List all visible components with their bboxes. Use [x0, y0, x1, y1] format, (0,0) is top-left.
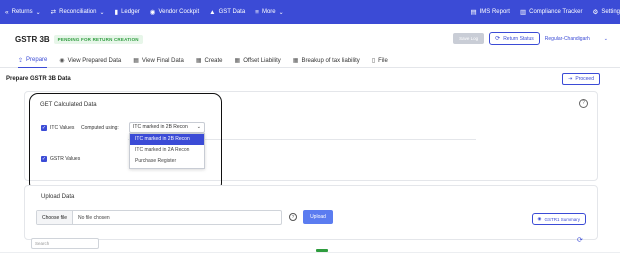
nav-label: Vendor Cockpit — [158, 9, 200, 15]
upload-icon: ⇪ — [18, 57, 24, 64]
nav-label: IMS Report — [479, 9, 510, 15]
file-input[interactable]: Choose file No file chosen — [36, 210, 282, 225]
help-icon[interactable]: ? — [579, 99, 588, 108]
divider — [0, 252, 620, 253]
refresh-icon: ⟳ — [495, 36, 501, 42]
highlight-annotation — [29, 93, 222, 192]
tab-label: View Prepared Data — [67, 57, 122, 64]
gstr1-summary-button[interactable]: ◉ GSTR1 Summary — [531, 213, 586, 225]
tab-breakup-tax-liability[interactable]: ▦ Breakup of tax liability — [293, 54, 360, 68]
eye-icon: ◉ — [59, 58, 65, 64]
tab-view-final-data[interactable]: ▦ View Final Data — [133, 54, 184, 68]
nav-returns[interactable]: « Returns ⌄ — [0, 9, 46, 16]
chevrons-left-icon: « — [5, 8, 9, 16]
bars-icon: ▥ — [519, 9, 527, 16]
nav-ims-report[interactable]: ▤ IMS Report — [465, 8, 515, 16]
tab-prepare[interactable]: ⇪ Prepare — [18, 54, 48, 68]
table-icon: ▦ — [133, 58, 139, 64]
table-icon: ▦ — [195, 58, 202, 64]
swap-icon: ⇄ — [50, 9, 57, 16]
upload-button[interactable]: Upload — [303, 210, 333, 224]
upload-data-card: Upload Data Choose file No file chosen ?… — [24, 185, 598, 240]
return-status-button[interactable]: ⟳ Return Status — [489, 32, 540, 45]
page-title: GSTR 3B — [15, 34, 50, 44]
tab-label: Offset Liability — [243, 57, 281, 64]
region-value: Regular-Chandigarh — [544, 35, 590, 42]
section-title: Prepare GSTR 3B Data — [6, 76, 71, 82]
search-input[interactable]: Search — [31, 238, 99, 249]
nav-label: More — [261, 9, 276, 15]
choose-file-button[interactable]: Choose file — [37, 211, 74, 224]
nav-label: Reconciliation — [59, 9, 97, 15]
nav-vendor-cockpit[interactable]: ◉ Vendor Cockpit — [145, 8, 204, 16]
prepare-section-header: Prepare GSTR 3B Data ⇥ Proceed — [0, 70, 620, 88]
refresh-icon[interactable]: ⟳ — [577, 236, 583, 244]
proceed-button[interactable]: ⇥ Proceed — [562, 73, 600, 85]
chevron-down-icon: ⌄ — [603, 35, 608, 42]
nav-label: Returns — [11, 9, 33, 15]
nav-ledger[interactable]: ▮ Ledger — [110, 8, 145, 16]
tab-label: File — [378, 57, 388, 64]
nav-gst-data[interactable]: ▲ GST Data — [204, 9, 250, 16]
return-status-label: Return Status — [503, 35, 534, 42]
globe-icon: ◉ — [149, 9, 156, 16]
save-log-button[interactable]: Save Log — [453, 33, 485, 44]
tab-create[interactable]: ▦ Create — [196, 54, 223, 68]
nav-label: Ledger — [121, 9, 140, 15]
arrow-right-icon: ⇥ — [568, 76, 573, 82]
tab-offset-liability[interactable]: ▦ Offset Liability — [235, 54, 281, 68]
page-header: GSTR 3B PENDING FOR RETURN CREATION Save… — [0, 24, 620, 54]
tab-label: View Final Data — [141, 57, 184, 64]
card-title: Upload Data — [41, 194, 75, 200]
proceed-label: Proceed — [575, 76, 594, 82]
summary-label: GSTR1 Summary — [544, 216, 580, 222]
tab-bar: ⇪ Prepare ◉ View Prepared Data ▦ View Fi… — [0, 54, 620, 68]
chevron-down-icon: ⌄ — [278, 9, 284, 16]
menu-icon: ≡ — [255, 8, 259, 16]
document-icon: ▤ — [470, 9, 477, 16]
top-navigation-bar: « Returns ⌄ ⇄ Reconciliation ⌄ ▮ Ledger … — [0, 0, 620, 24]
nav-setting[interactable]: ⚙ Setting — [587, 8, 620, 16]
tab-label: Create — [204, 57, 223, 64]
tab-file[interactable]: ▯ File — [372, 54, 388, 68]
help-icon[interactable]: ? — [289, 213, 297, 221]
nav-label: Compliance Tracker — [529, 9, 583, 15]
table-icon: ▦ — [234, 58, 241, 64]
chevron-down-icon: ⌄ — [99, 9, 105, 16]
file-name-text: No file chosen — [78, 214, 110, 221]
nav-label: GST Data — [218, 9, 246, 15]
table-icon: ▦ — [292, 58, 299, 64]
header-actions: Save Log ⟳ Return Status Regular-Chandig… — [453, 32, 608, 45]
tab-label: Breakup of tax liability — [301, 57, 360, 64]
tab-view-prepared-data[interactable]: ◉ View Prepared Data — [59, 54, 121, 68]
eye-icon: ◉ — [537, 216, 542, 221]
file-icon: ▯ — [371, 58, 376, 64]
status-badge: PENDING FOR RETURN CREATION — [53, 34, 143, 44]
chevron-down-icon: ⌄ — [35, 9, 41, 16]
region-select[interactable]: Regular-Chandigarh ⌄ — [545, 36, 608, 42]
tab-label: Prepare — [26, 57, 48, 63]
nav-reconciliation[interactable]: ⇄ Reconciliation ⌄ — [46, 8, 110, 16]
chart-icon: ▲ — [209, 8, 216, 16]
nav-compliance-tracker[interactable]: ▥ Compliance Tracker — [515, 8, 588, 16]
book-icon: ▮ — [114, 9, 119, 16]
nav-more[interactable]: ≡ More ⌄ — [250, 9, 289, 16]
gear-icon: ⚙ — [592, 9, 599, 16]
nav-label: Setting — [601, 9, 620, 15]
